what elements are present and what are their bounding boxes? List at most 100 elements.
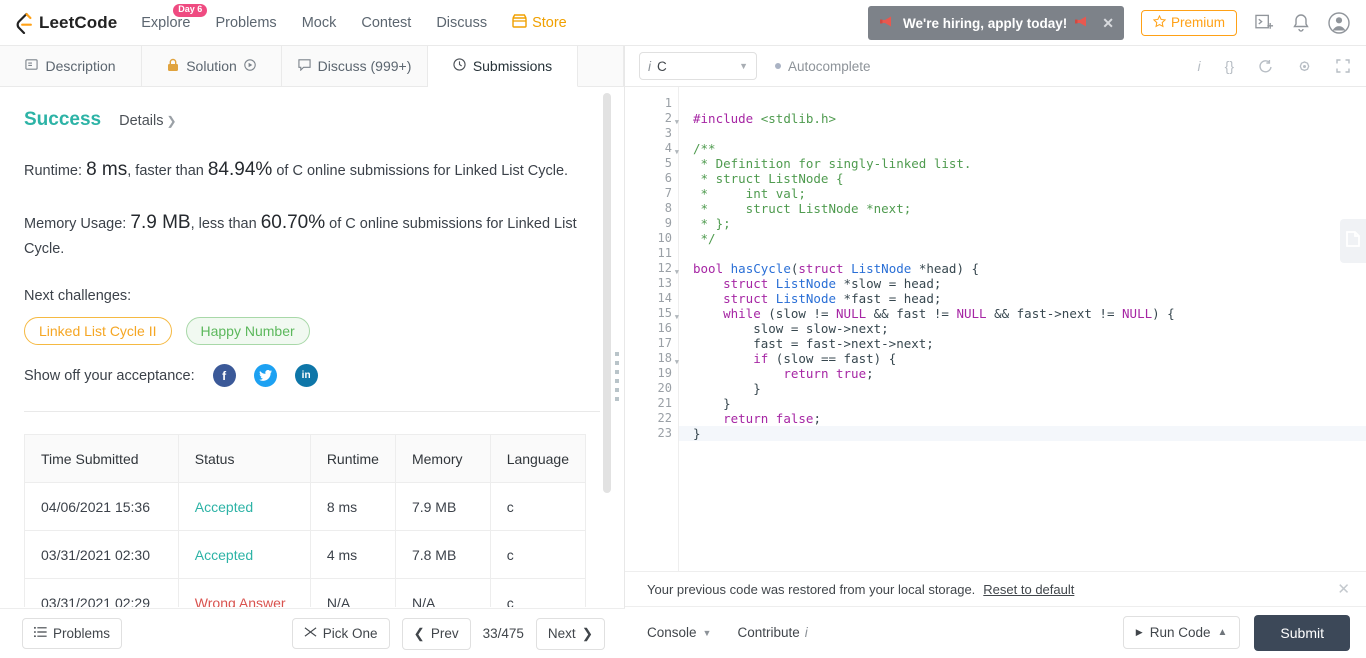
- close-icon[interactable]: ✕: [1102, 15, 1114, 32]
- nav-item-mock[interactable]: Mock: [302, 15, 337, 31]
- user-avatar-icon[interactable]: [1328, 11, 1350, 34]
- chevron-right-icon: ❯: [581, 625, 593, 641]
- clock-icon: [453, 58, 466, 74]
- linkedin-icon[interactable]: in: [294, 364, 318, 388]
- left-bottom-bar: Problems Pick One ❮ Prev 33/475 Next ❯: [0, 608, 625, 658]
- tab-solution[interactable]: Solution: [142, 46, 282, 86]
- autocomplete-toggle[interactable]: Autocomplete: [775, 59, 871, 74]
- handle-dot: [615, 351, 619, 356]
- note-icon: [1346, 230, 1360, 252]
- col-status: Status: [177, 434, 311, 484]
- left-scrollbar-thumb[interactable]: [603, 93, 611, 493]
- premium-button[interactable]: Premium: [1140, 9, 1237, 36]
- pane-resize-handle[interactable]: [611, 341, 623, 411]
- nav-item-explore[interactable]: Explore Day 6: [141, 3, 208, 31]
- next-challenges-list: Linked List Cycle II Happy Number: [24, 317, 600, 346]
- nav-item-problems[interactable]: Problems: [215, 15, 276, 31]
- status-link[interactable]: Accepted: [195, 499, 253, 515]
- submissions-panel: Description Solution Discuss (999+) Subm…: [0, 46, 625, 658]
- main-split-view: Description Solution Discuss (999+) Subm…: [0, 46, 1366, 658]
- details-link[interactable]: Details ❯: [119, 113, 176, 129]
- cell-time: 03/31/2021 02:30: [24, 530, 179, 580]
- code-line: }: [679, 426, 1366, 441]
- tab-bar-filler: [578, 46, 624, 86]
- submit-button[interactable]: Submit: [1254, 614, 1350, 651]
- autocomplete-dot-icon: [775, 63, 781, 69]
- challenge-tag-easy[interactable]: Happy Number: [185, 317, 310, 346]
- code-line: struct ListNode *fast = head;: [723, 291, 942, 306]
- line-number: 10: [657, 231, 672, 245]
- megaphone-right-icon: [1075, 15, 1090, 31]
- details-label: Details: [119, 113, 164, 129]
- note-tab-button[interactable]: [1340, 219, 1366, 263]
- code-line: * int val;: [693, 186, 806, 201]
- code-line: bool hasCycle(struct ListNode *head) {: [693, 261, 980, 276]
- braces-icon[interactable]: {}: [1225, 58, 1234, 74]
- code-editor-panel: i C ▼ Autocomplete i {} 1 2 ▼ 3 4 ▼ 5 6 …: [625, 46, 1366, 658]
- playground-icon[interactable]: [1255, 14, 1274, 32]
- col-language: Language: [489, 434, 587, 484]
- prev-button[interactable]: ❮ Prev: [401, 617, 471, 650]
- tab-discuss[interactable]: Discuss (999+): [282, 46, 428, 86]
- cell-runtime: 8 ms: [309, 482, 396, 532]
- tab-submissions[interactable]: Submissions: [428, 46, 578, 87]
- col-time-submitted: Time Submitted: [24, 434, 179, 484]
- line-number: 16: [657, 321, 672, 335]
- close-icon[interactable]: ✕: [1337, 580, 1350, 598]
- status-link[interactable]: Accepted: [195, 547, 253, 563]
- line-number: 8: [664, 201, 672, 215]
- submissions-table-body: 04/06/2021 15:36 Accepted 8 ms 7.9 MB c …: [24, 482, 587, 607]
- comment-icon: [297, 58, 311, 74]
- chevron-up-icon: ▲: [1217, 627, 1228, 638]
- nav-item-contest[interactable]: Contest: [361, 15, 411, 31]
- run-code-button[interactable]: ▶ Run Code ▲: [1122, 616, 1241, 649]
- tab-solution-label: Solution: [186, 58, 237, 74]
- code-line: */: [693, 231, 716, 246]
- runtime-suffix: of C online submissions for Linked List …: [272, 163, 569, 179]
- code-line: * Definition for singly-linked list.: [693, 156, 972, 171]
- submission-result-body: Success Details ❯ Runtime: 8 ms, faster t…: [0, 87, 624, 607]
- hiring-banner-text: We're hiring, apply today!: [903, 15, 1068, 31]
- status-link[interactable]: Wrong Answer: [195, 595, 286, 607]
- twitter-icon[interactable]: [253, 364, 277, 388]
- info-icon[interactable]: i: [1198, 58, 1201, 74]
- table-row[interactable]: 04/06/2021 15:36 Accepted 8 ms 7.9 MB c: [24, 482, 587, 532]
- code-area-wrapper[interactable]: 1 2 ▼ 3 4 ▼ 5 6 7 8 9 10 11 12 ▼ 13 14 15 ▼ 16 17 18 ▼ 19 20 21 22…: [625, 87, 1366, 571]
- status-badge: Success: [24, 109, 102, 130]
- nav-explore-label: Explore: [141, 14, 191, 31]
- lock-icon: [167, 58, 179, 75]
- hiring-banner[interactable]: We're hiring, apply today! ✕: [868, 6, 1124, 40]
- problems-button[interactable]: Problems: [22, 618, 123, 649]
- notification-bell-icon[interactable]: [1292, 13, 1310, 32]
- reset-icon[interactable]: [1258, 59, 1273, 73]
- pick-one-button[interactable]: Pick One: [291, 618, 390, 649]
- editor-bottom-bar: Console ▼ Contribute i ▶ Run Code ▲ Subm…: [625, 606, 1366, 658]
- nav-item-store[interactable]: Store: [512, 13, 567, 32]
- runtime-value: 8 ms: [86, 159, 128, 180]
- table-row[interactable]: 03/31/2021 02:30 Accepted 4 ms 7.8 MB c: [24, 530, 587, 580]
- page-counter: 33/475: [482, 626, 524, 641]
- cell-status: Accepted: [177, 530, 311, 580]
- contribute-button[interactable]: Contribute i: [737, 625, 807, 640]
- table-row[interactable]: 03/31/2021 02:29 Wrong Answer N/A N/A c: [24, 578, 587, 607]
- tab-description[interactable]: Description: [0, 46, 142, 86]
- facebook-icon[interactable]: f: [212, 364, 236, 388]
- memory-prefix: Memory Usage:: [24, 216, 127, 233]
- settings-icon[interactable]: [1297, 59, 1312, 74]
- nav-item-discuss[interactable]: Discuss: [436, 15, 487, 31]
- code-content[interactable]: #include <stdlib.h> /** * Definition for…: [679, 87, 1366, 571]
- table-header-row: Time Submitted Status Runtime Memory Lan…: [24, 434, 587, 484]
- challenge-tag-medium[interactable]: Linked List Cycle II: [24, 317, 172, 346]
- autocomplete-label: Autocomplete: [788, 58, 871, 74]
- console-button[interactable]: Console ▼: [647, 625, 711, 640]
- leetcode-logo[interactable]: LeetCode: [14, 12, 117, 34]
- language-select[interactable]: i C ▼: [639, 52, 757, 80]
- reset-to-default-link[interactable]: Reset to default: [983, 582, 1074, 597]
- fullscreen-icon[interactable]: [1336, 59, 1350, 73]
- next-button[interactable]: Next ❯: [535, 617, 605, 650]
- line-number: 9: [664, 216, 672, 230]
- contribute-info-icon: i: [804, 625, 808, 640]
- code-line: /**: [693, 141, 716, 156]
- line-number: 21: [657, 396, 672, 410]
- chevron-down-icon: ▼: [739, 61, 748, 71]
